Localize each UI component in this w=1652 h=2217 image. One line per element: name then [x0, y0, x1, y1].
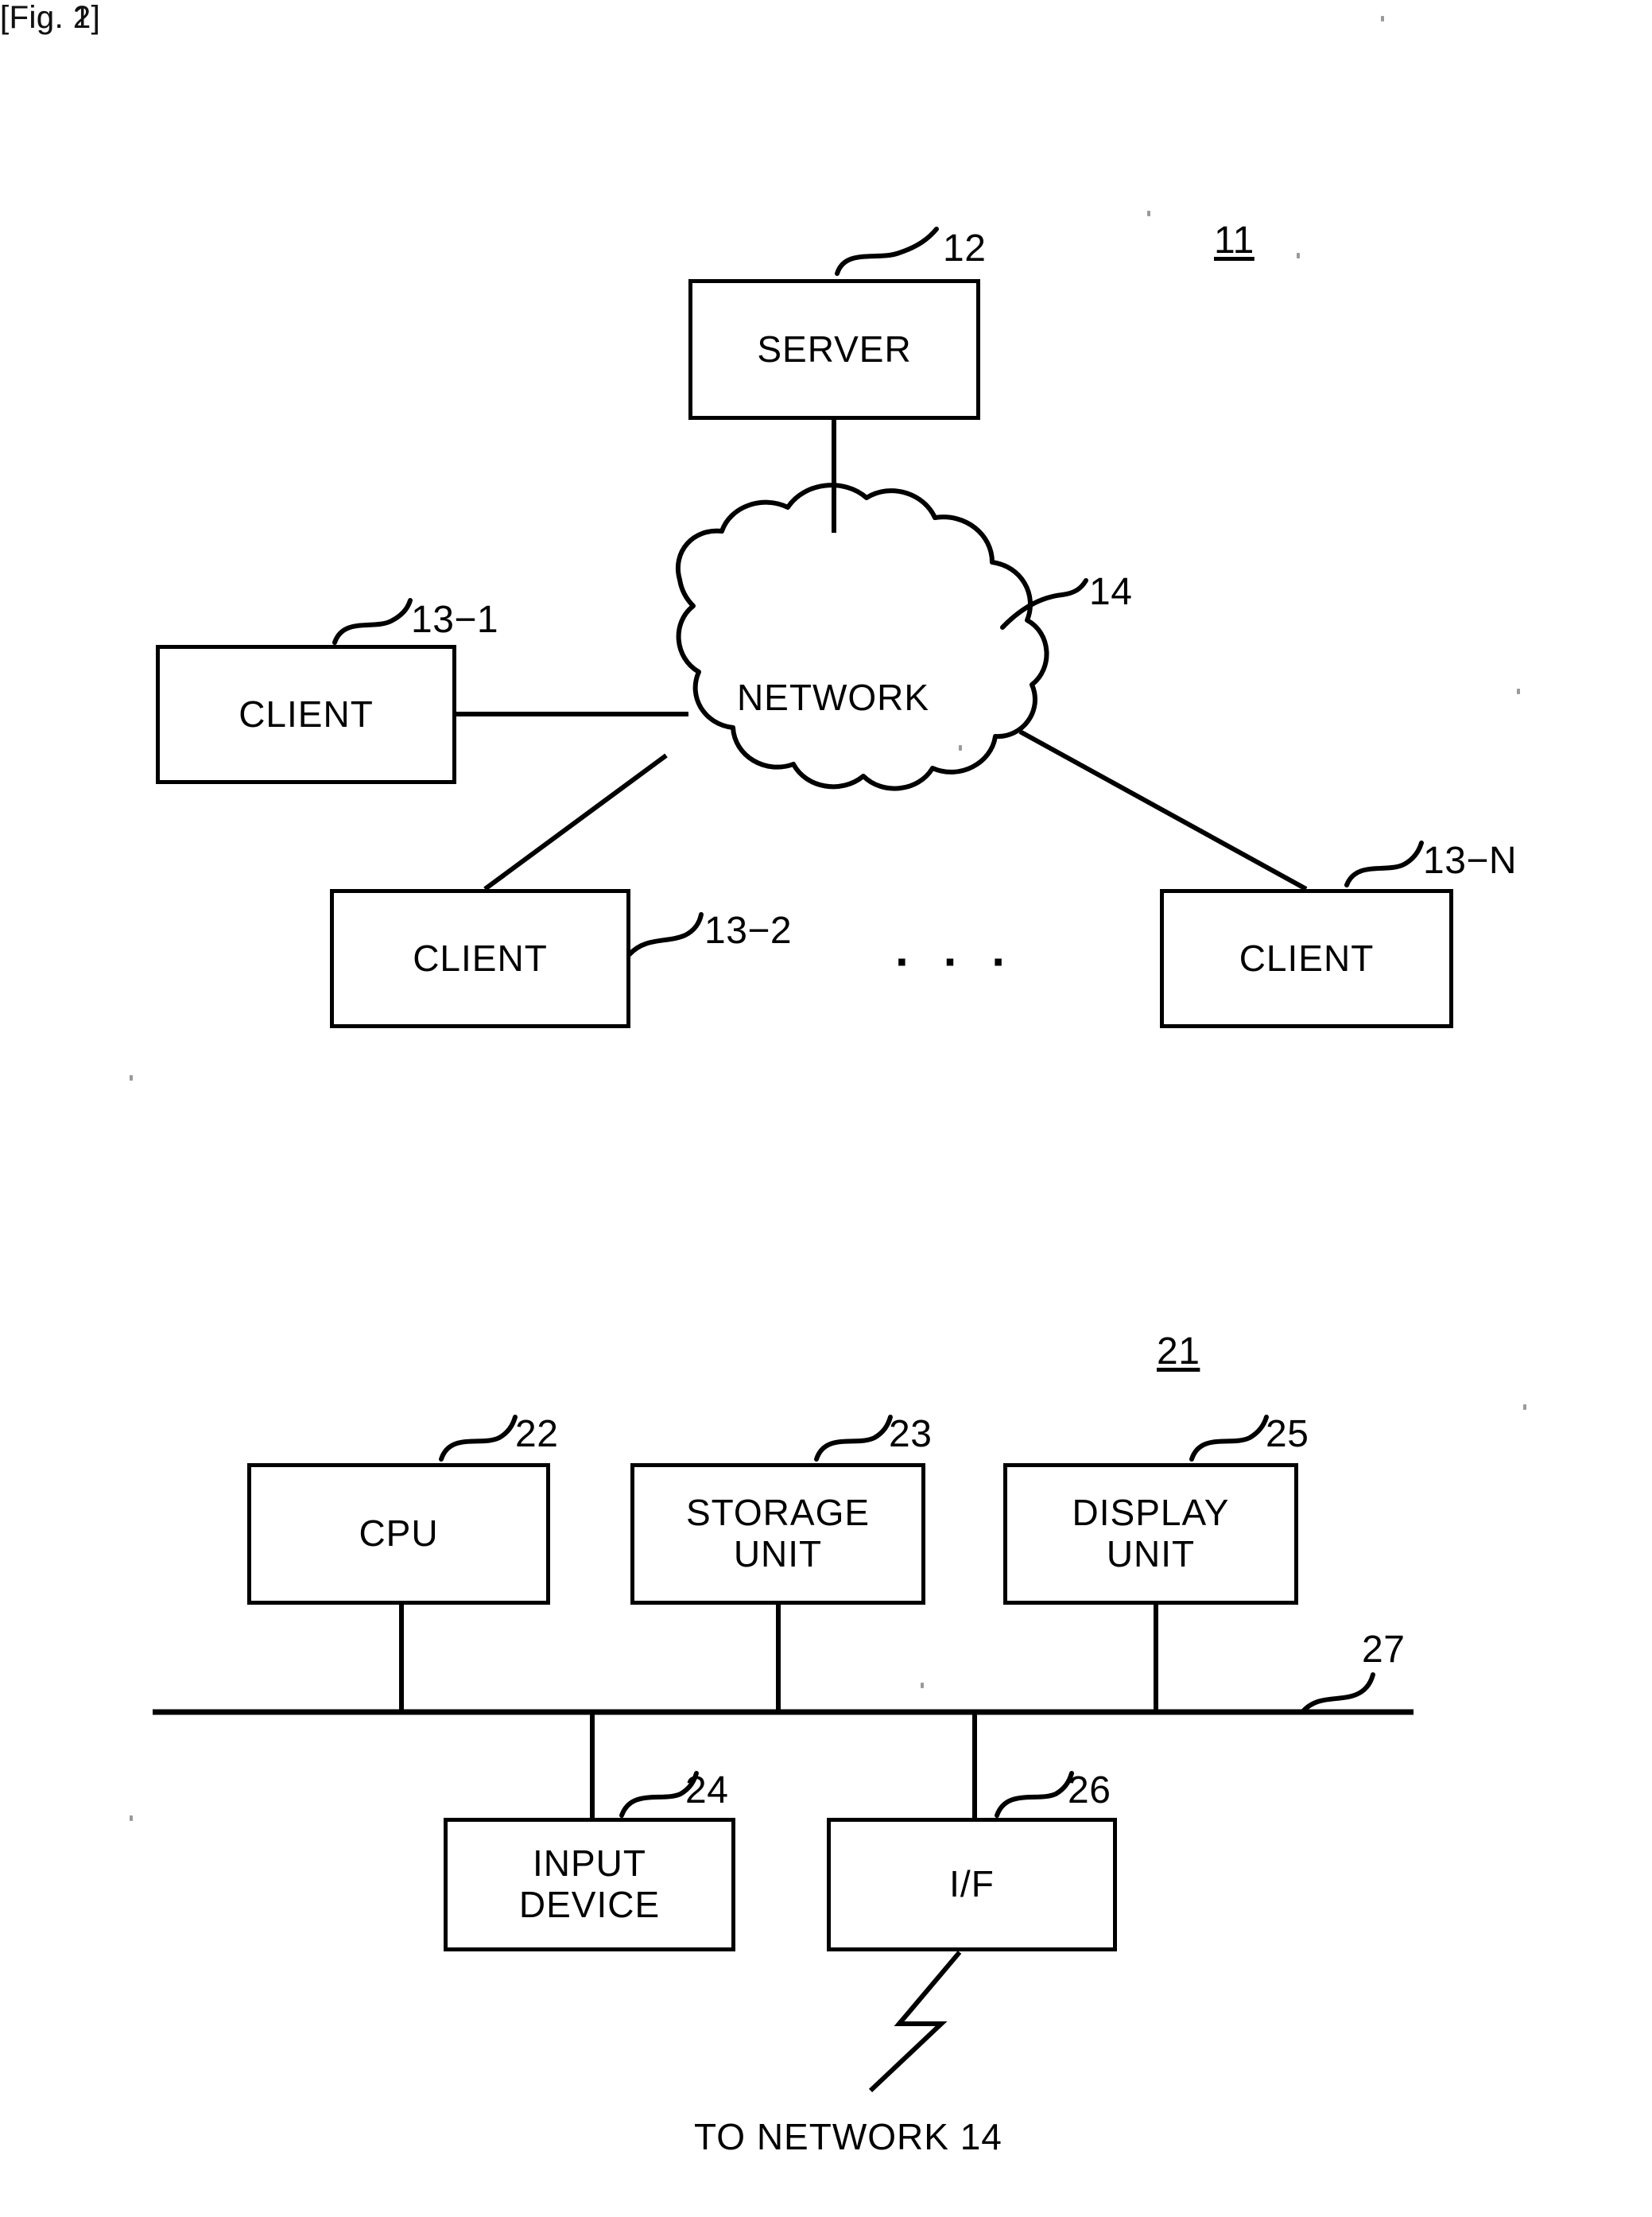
reference-numeral-14: 14 [1089, 571, 1133, 613]
server-box-label: SERVER [757, 328, 912, 370]
to-network-caption: TO NETWORK 14 [694, 2116, 1002, 2157]
input-device-box: INPUT DEVICE [444, 1818, 735, 1951]
reference-numeral-27: 27 [1362, 1629, 1406, 1671]
scan-speck [1517, 689, 1520, 694]
scan-speck [921, 1683, 924, 1688]
reference-numeral-13-n: 13−N [1423, 840, 1518, 882]
interface-box-label: I/F [949, 1863, 995, 1905]
reference-numeral-13-1: 13−1 [411, 599, 499, 641]
reference-numeral-23: 23 [889, 1413, 933, 1455]
scan-speck [1297, 253, 1300, 258]
reference-numeral-22: 22 [515, 1413, 559, 1455]
cpu-box: CPU [247, 1463, 550, 1605]
scan-speck [1523, 1404, 1526, 1410]
input-device-box-label: INPUT DEVICE [518, 1842, 661, 1925]
reference-numeral-21: 21 [1157, 1330, 1200, 1373]
client-1-box: CLIENT [156, 645, 456, 784]
client-2-box-label: CLIENT [413, 937, 548, 979]
scan-speck [959, 745, 962, 751]
client-n-box-label: CLIENT [1239, 937, 1375, 979]
client-2-box: CLIENT [330, 889, 630, 1028]
reference-numeral-12: 12 [943, 227, 987, 270]
patent-drawing-sheet: [Fig. 1] 11 SERVER 12 CLIENT 13−1 CLIENT… [0, 0, 1652, 2217]
scan-speck [1381, 16, 1384, 21]
display-unit-box: DISPLAY UNIT [1003, 1463, 1298, 1605]
reference-numeral-13-2: 13−2 [704, 910, 793, 952]
network-cloud-label: NETWORK [736, 677, 930, 718]
display-unit-box-label: DISPLAY UNIT [1072, 1492, 1230, 1574]
reference-numeral-11: 11 [1214, 219, 1255, 262]
client-n-box: CLIENT [1160, 889, 1453, 1028]
server-box: SERVER [688, 279, 980, 420]
storage-unit-box-label: STORAGE UNIT [685, 1492, 871, 1574]
reference-numeral-25: 25 [1266, 1413, 1309, 1455]
reference-numeral-24: 24 [685, 1769, 729, 1811]
interface-box: I/F [827, 1818, 1117, 1951]
scan-speck [130, 1815, 133, 1821]
reference-numeral-26: 26 [1068, 1769, 1111, 1811]
cpu-box-label: CPU [359, 1512, 439, 1555]
client-1-box-label: CLIENT [238, 693, 374, 735]
clients-ellipsis: · · · [895, 935, 1018, 988]
scan-speck [1147, 211, 1150, 216]
scan-speck [130, 1075, 133, 1081]
figure-2-label: [Fig. 2] [0, 0, 101, 35]
storage-unit-box: STORAGE UNIT [630, 1463, 925, 1605]
